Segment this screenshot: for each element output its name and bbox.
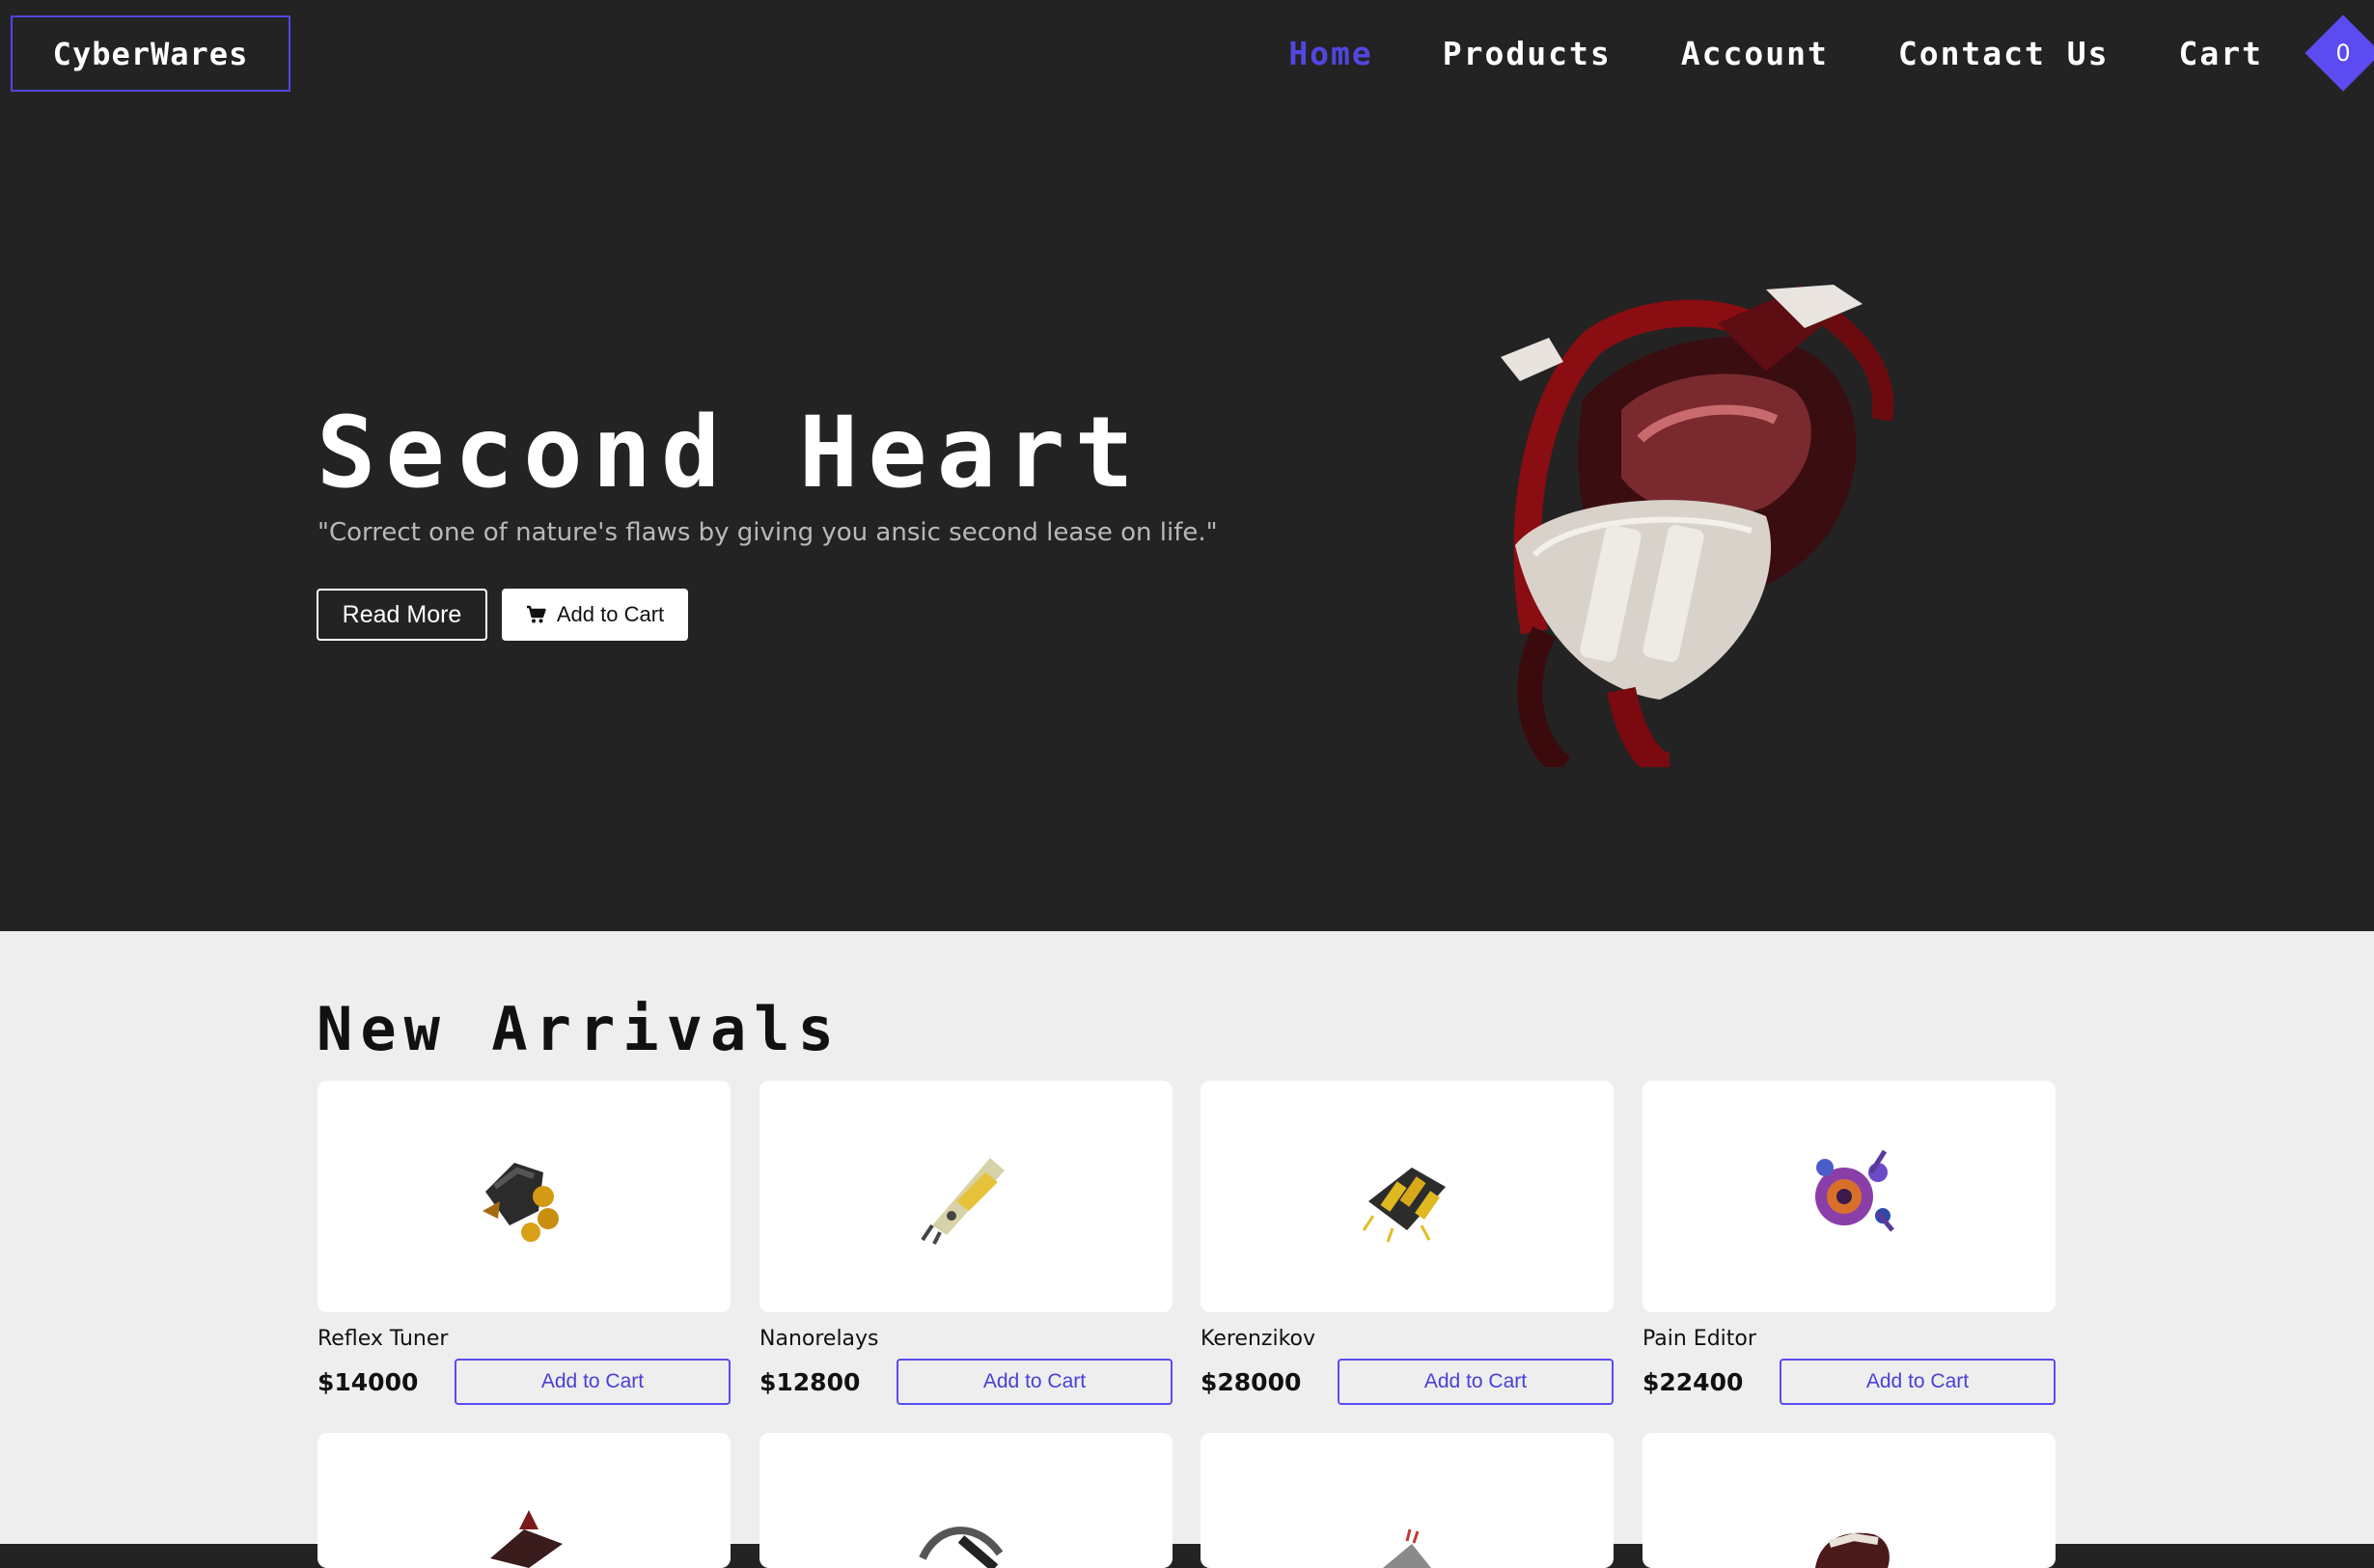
product-footer: $28000 Add to Cart <box>1201 1359 1614 1405</box>
product-footer: $14000 Add to Cart <box>317 1359 731 1405</box>
product-card-partial[interactable] <box>1642 1433 2056 1568</box>
add-to-cart-button[interactable]: Add to Cart <box>897 1359 1173 1405</box>
product-price: $14000 <box>317 1368 419 1396</box>
product-image-container[interactable] <box>759 1081 1173 1312</box>
product-card-partial[interactable] <box>317 1433 731 1568</box>
product-image-partial <box>1815 1532 1890 1568</box>
cart-count: 0 <box>2335 40 2351 67</box>
add-to-cart-button[interactable]: Add to Cart <box>455 1359 731 1405</box>
product-footer: $22400 Add to Cart <box>1642 1359 2056 1405</box>
product-image-partial <box>919 1527 1004 1568</box>
product-image-container[interactable] <box>1642 1081 2056 1312</box>
product-image-container[interactable] <box>1201 1081 1614 1312</box>
cart-count-badge[interactable]: 0 <box>2305 14 2374 92</box>
hero-add-to-cart-button[interactable]: Add to Cart <box>502 589 688 641</box>
product-card-partial[interactable] <box>1201 1433 1614 1568</box>
new-arrivals-title: New Arrivals <box>317 994 842 1064</box>
hero-title: Second Heart <box>317 396 1144 510</box>
hero-section: Second Heart "Correct one of nature's fl… <box>0 106 2374 931</box>
add-to-cart-button[interactable]: Add to Cart <box>1780 1359 2056 1405</box>
product-card: Pain Editor $22400 Add to Cart <box>1642 1081 2056 1405</box>
site-logo[interactable]: CyberWares <box>11 15 290 92</box>
read-more-button[interactable]: Read More <box>317 589 487 641</box>
product-card: Kerenzikov $28000 Add to Cart <box>1201 1081 1614 1405</box>
product-image-partial <box>490 1510 563 1568</box>
new-arrivals-section: New Arrivals Reflex Tuner $14000 Add to … <box>0 931 2374 1568</box>
pain-editor-image <box>1815 1149 1894 1232</box>
reflex-tuner-image <box>483 1163 559 1242</box>
product-price: $12800 <box>759 1368 861 1396</box>
nav-link-account[interactable]: Account <box>1681 35 1829 72</box>
nav-links: Home Products Account Contact Us Cart <box>1288 29 2263 77</box>
nav-link-home[interactable]: Home <box>1288 35 1372 72</box>
product-card: Nanorelays $12800 Add to Cart <box>759 1081 1173 1405</box>
product-price: $22400 <box>1642 1368 1744 1396</box>
product-image-partial <box>1383 1528 1431 1568</box>
cybernetic-heart-image <box>1501 285 1894 767</box>
add-to-cart-button[interactable]: Add to Cart <box>1338 1359 1614 1405</box>
nanorelays-image <box>921 1158 1005 1245</box>
product-footer: $12800 Add to Cart <box>759 1359 1173 1405</box>
top-nav: CyberWares Home Products Account Contact… <box>0 0 2374 106</box>
nav-link-products[interactable]: Products <box>1443 35 1612 72</box>
product-price: $28000 <box>1201 1368 1302 1396</box>
product-name: Nanorelays <box>759 1327 879 1351</box>
kerenzikov-image <box>1362 1168 1446 1243</box>
hero-add-to-cart-label: Add to Cart <box>556 602 665 626</box>
nav-link-cart[interactable]: Cart <box>2179 35 2263 72</box>
product-name: Pain Editor <box>1642 1327 1756 1351</box>
product-name: Kerenzikov <box>1201 1327 1316 1351</box>
product-card-partial[interactable] <box>759 1433 1173 1568</box>
hero-quote: "Correct one of nature's flaws by giving… <box>317 518 1218 547</box>
product-card: Reflex Tuner $14000 Add to Cart <box>317 1081 731 1405</box>
cart-icon <box>526 605 546 623</box>
nav-link-contact-us[interactable]: Contact Us <box>1898 35 2110 72</box>
product-image-container[interactable] <box>317 1081 731 1312</box>
product-name: Reflex Tuner <box>317 1327 449 1351</box>
